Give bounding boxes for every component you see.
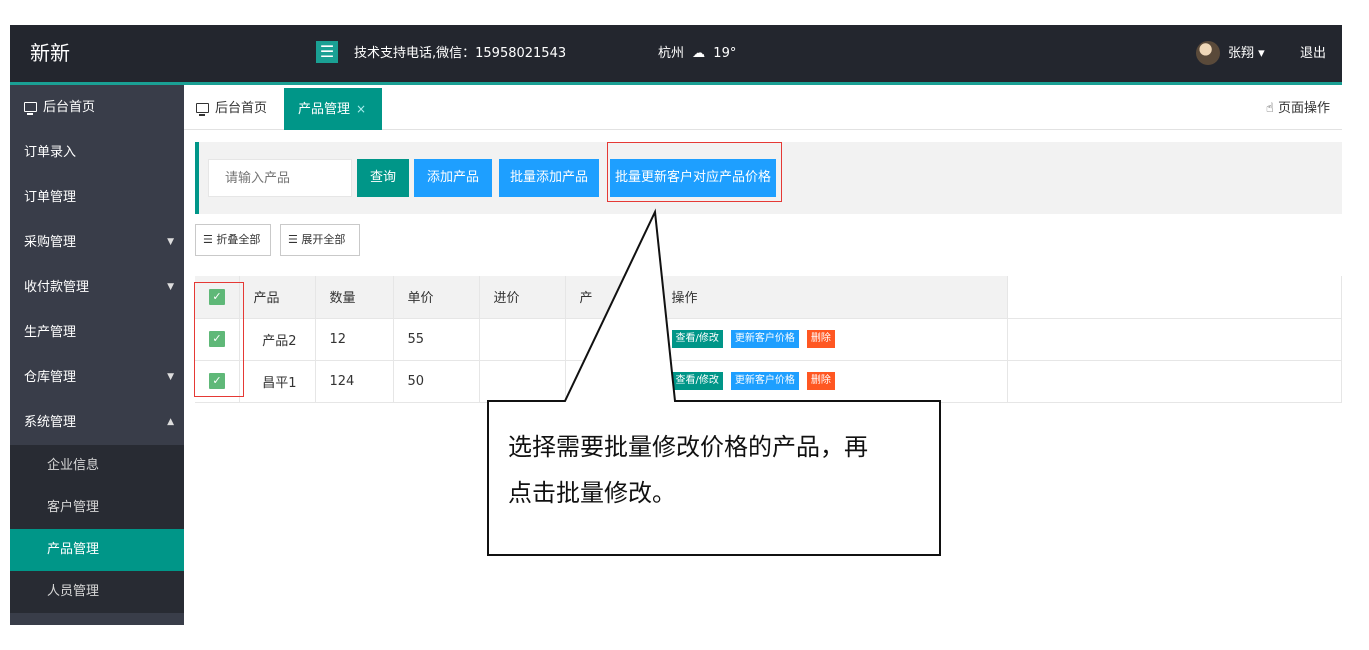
cell-quantity: 12 xyxy=(315,318,394,361)
user-menu[interactable]: 张翔 ▾ xyxy=(1228,25,1265,82)
sidebar-item-label: 生产管理 xyxy=(24,325,77,340)
weather-city: 杭州 xyxy=(658,46,685,61)
column-header-quantity[interactable]: 数量 xyxy=(315,276,394,319)
collapse-all-label: 折叠全部 xyxy=(216,233,261,246)
page-operations-button[interactable]: ☝ 页面操作 xyxy=(1266,88,1330,130)
sidebar-item-warehouse[interactable]: 仓库管理 ▼ xyxy=(10,355,184,400)
batch-add-product-button[interactable]: 批量添加产品 xyxy=(499,159,599,197)
close-icon[interactable]: × xyxy=(356,102,366,116)
sidebar-item-label: 系统管理 xyxy=(24,415,77,430)
hand-pointer-icon: ☝ xyxy=(1265,101,1274,116)
sidebar-item-label: 仓库管理 xyxy=(24,370,77,385)
sidebar-subitem-company[interactable]: 企业信息 xyxy=(10,445,184,487)
view-edit-button[interactable]: 查看/修改 xyxy=(671,372,723,390)
sidebar-item-order-entry[interactable]: 订单录入 xyxy=(10,130,184,175)
table-filler xyxy=(1007,360,1342,403)
sidebar-item-label: 采购管理 xyxy=(24,235,77,250)
cell-cost-price xyxy=(479,318,566,361)
column-header-unit-price[interactable]: 单价 xyxy=(393,276,480,319)
user-name: 张翔 xyxy=(1228,46,1255,61)
cell-production xyxy=(565,360,658,403)
table-header-row: ✓ 产品 数量 单价 进价 产 操作 xyxy=(195,276,1342,319)
sidebar-subitem-products[interactable]: 产品管理 xyxy=(10,529,184,571)
page-operations-label: 页面操作 xyxy=(1277,101,1330,116)
caret-up-icon: ▲ xyxy=(167,417,174,427)
tab-label: 产品管理 xyxy=(298,102,351,117)
column-header-product[interactable]: 产品 xyxy=(239,276,316,319)
support-contact: 技术支持电话,微信：15958021543 xyxy=(354,46,567,61)
sidebar-item-label: 订单录入 xyxy=(24,145,77,160)
collapse-all-button[interactable]: ☰ 折叠全部 xyxy=(195,224,271,256)
sidebar-item-payments[interactable]: 收付款管理 ▼ xyxy=(10,265,184,310)
table-filler xyxy=(1007,318,1342,361)
sidebar-item-system[interactable]: 系统管理 ▲ xyxy=(10,400,184,445)
view-edit-button[interactable]: 查看/修改 xyxy=(671,330,723,348)
table-filler xyxy=(1007,276,1342,319)
callout-line-1: 选择需要批量修改价格的产品，再 xyxy=(508,433,868,461)
tab-bar: 后台首页 产品管理 × ☝ 页面操作 xyxy=(184,88,1342,130)
user-avatar[interactable] xyxy=(1196,41,1220,65)
sidebar-item-purchase[interactable]: 采购管理 ▼ xyxy=(10,220,184,265)
product-search-input[interactable] xyxy=(208,159,352,197)
cell-operations: 查看/修改 更新客户价格 删除 xyxy=(657,318,1008,361)
sidebar-item-home[interactable]: 后台首页 xyxy=(10,85,184,130)
weather-widget: 杭州 ☁ 19° xyxy=(658,25,736,82)
cell-product-name: 产品2 xyxy=(239,318,316,361)
tab-home[interactable]: 后台首页 xyxy=(196,88,267,130)
brand-logo[interactable]: 新新 xyxy=(30,25,70,82)
cell-product-name: 昌平1 xyxy=(239,360,316,403)
monitor-icon xyxy=(24,102,37,115)
collapse-icon: ☰ xyxy=(203,233,213,246)
highlight-box-batch-update xyxy=(607,142,782,202)
sidebar-subitem-staff[interactable]: 人员管理 xyxy=(10,571,184,613)
cloud-icon: ☁ xyxy=(692,46,706,61)
caret-down-icon: ▼ xyxy=(167,237,174,247)
monitor-icon xyxy=(196,103,209,116)
column-header-production[interactable]: 产 xyxy=(565,276,658,319)
caret-down-icon: ▼ xyxy=(167,282,174,292)
cell-production xyxy=(565,318,658,361)
cell-unit-price: 55 xyxy=(393,318,480,361)
sidebar-item-label: 收付款管理 xyxy=(24,280,90,295)
sidebar-item-production[interactable]: 生产管理 xyxy=(10,310,184,355)
sidebar-subitem-customers[interactable]: 客户管理 xyxy=(10,487,184,529)
caret-down-icon: ▼ xyxy=(167,372,174,382)
highlight-box-checkboxes xyxy=(194,282,244,397)
sidebar-item-label: 订单管理 xyxy=(24,190,77,205)
tab-label: 后台首页 xyxy=(215,101,268,116)
update-customer-price-button[interactable]: 更新客户价格 xyxy=(730,330,799,348)
chevron-down-icon: ▾ xyxy=(1258,46,1265,61)
table-row: ✓ 产品2 12 55 查看/修改 更新客户价格 删除 xyxy=(195,318,1342,361)
cell-quantity: 124 xyxy=(315,360,394,403)
weather-temperature: 19° xyxy=(713,46,737,61)
top-header: 新新 ☰ 技术支持电话,微信：15958021543 杭州 ☁ 19° 张翔 ▾… xyxy=(10,25,1342,85)
logout-link[interactable]: 退出 xyxy=(1300,25,1326,82)
callout-text: 选择需要批量修改价格的产品，再 点击批量修改。 xyxy=(508,424,928,516)
sidebar-item-label: 后台首页 xyxy=(43,100,96,115)
sidebar: 后台首页 订单录入 订单管理 采购管理 ▼ 收付款管理 ▼ 生产管理 仓库管理 … xyxy=(10,85,184,625)
tab-product-management[interactable]: 产品管理 × xyxy=(284,88,382,130)
column-header-operations: 操作 xyxy=(657,276,1008,319)
expand-all-button[interactable]: ☰ 展开全部 xyxy=(280,224,360,256)
table-row: ✓ 昌平1 124 50 查看/修改 更新客户价格 删除 xyxy=(195,360,1342,403)
callout-line-2: 点击批量修改。 xyxy=(508,479,676,507)
expand-all-label: 展开全部 xyxy=(301,233,346,246)
delete-button[interactable]: 删除 xyxy=(806,372,835,390)
sidebar-item-order-management[interactable]: 订单管理 xyxy=(10,175,184,220)
cell-cost-price xyxy=(479,360,566,403)
product-table: ✓ 产品 数量 单价 进价 产 操作 ✓ 产品2 12 55 查看/修改 更新客户… xyxy=(195,276,1342,403)
column-header-cost-price[interactable]: 进价 xyxy=(479,276,566,319)
expand-icon: ☰ xyxy=(288,233,298,246)
menu-toggle-icon[interactable]: ☰ xyxy=(316,41,338,63)
delete-button[interactable]: 删除 xyxy=(806,330,835,348)
update-customer-price-button[interactable]: 更新客户价格 xyxy=(730,372,799,390)
cell-unit-price: 50 xyxy=(393,360,480,403)
search-button[interactable]: 查询 xyxy=(357,159,409,197)
cell-operations: 查看/修改 更新客户价格 删除 xyxy=(657,360,1008,403)
add-product-button[interactable]: 添加产品 xyxy=(414,159,492,197)
